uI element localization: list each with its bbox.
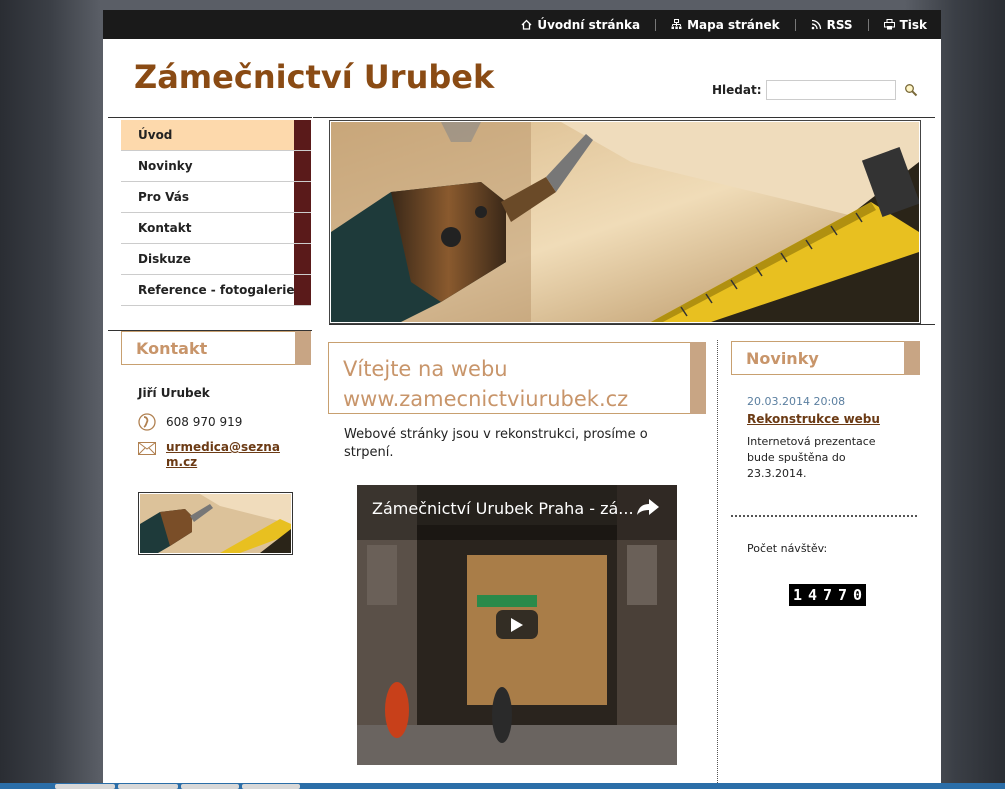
welcome-heading-line1: Vítejte na webu: [343, 357, 508, 381]
news-heading-box: Novinky: [731, 341, 920, 375]
video-title: Zámečnictví Urubek Praha - zá...: [372, 499, 634, 518]
contact-phone: 608 970 919: [166, 415, 243, 429]
heading-tab: [295, 331, 311, 365]
top-link-print-label: Tisk: [899, 17, 927, 32]
taskbar-button[interactable]: [242, 784, 300, 789]
nav-item-kontakt[interactable]: Kontakt: [121, 213, 311, 244]
rss-icon: [811, 19, 821, 30]
page: Úvodní stránka Mapa stránek RSS Tisk Zám…: [103, 10, 941, 789]
search-form: Hledat:: [712, 80, 918, 100]
nav-item-novinky[interactable]: Novinky: [121, 151, 311, 182]
news-date: 20.03.2014 20:08: [747, 395, 846, 408]
nav-tab: [294, 244, 311, 274]
nav-tab: [294, 151, 311, 181]
counter-digit: 0: [852, 586, 863, 604]
nav-tab: [294, 182, 311, 212]
phone-icon: [138, 413, 156, 431]
nav-item-label: Reference - fotogalerie: [138, 283, 295, 297]
counter-digit: 7: [822, 586, 833, 604]
search-icon[interactable]: [904, 83, 918, 97]
envelope-icon: [138, 442, 156, 455]
section-divider: [731, 515, 917, 517]
heading-tab: [690, 342, 706, 414]
play-button[interactable]: [496, 610, 538, 639]
divider: [313, 117, 935, 118]
banner-drill-tape-illustration: [331, 122, 919, 322]
print-icon: [883, 19, 895, 30]
video-embed[interactable]: Zámečnictví Urubek Praha - zá...: [357, 485, 677, 765]
taskbar: [0, 783, 1005, 789]
top-link-sitemap-label: Mapa stránek: [687, 17, 780, 32]
contact-heading: Kontakt: [136, 338, 208, 358]
separator: [794, 18, 796, 31]
nav-item-label: Novinky: [138, 159, 193, 173]
nav-item-label: Diskuze: [138, 252, 191, 266]
counter-digit: 4: [807, 586, 818, 604]
nav-item-label: Kontakt: [138, 221, 192, 235]
intro-text: Webové stránky jsou v rekonstrukci, pros…: [344, 427, 648, 460]
top-link-home[interactable]: Úvodní stránka: [521, 18, 640, 32]
sitemap-icon: [671, 19, 682, 29]
top-link-print[interactable]: Tisk: [883, 17, 927, 32]
visit-counter: 14770: [789, 584, 866, 606]
thumbnail-image[interactable]: [138, 492, 293, 555]
divider: [108, 117, 312, 118]
header-banner-image: [329, 120, 921, 324]
nav-item-diskuze[interactable]: Diskuze: [121, 244, 311, 275]
nav-item-label: Úvod: [138, 128, 173, 142]
separator: [655, 18, 657, 31]
share-icon[interactable]: [637, 499, 659, 515]
divider: [329, 324, 935, 325]
counter-digit: 1: [792, 586, 803, 604]
news-title-link[interactable]: Rekonstrukce webu: [747, 412, 880, 426]
search-input[interactable]: [765, 80, 896, 100]
heading-tab: [904, 341, 920, 375]
counter-digit: 7: [837, 586, 848, 604]
contact-email-link[interactable]: urmedica@seznam.cz: [166, 440, 296, 470]
nav-tab: [294, 120, 311, 150]
nav-tab: [294, 213, 311, 243]
top-bar: Úvodní stránka Mapa stránek RSS Tisk: [103, 10, 941, 39]
contact-name: Jiří Urubek: [138, 386, 210, 400]
main-nav: Úvod Novinky Pro Vás Kontakt Diskuze Ref…: [121, 120, 311, 306]
play-icon: [511, 617, 523, 632]
top-link-rss-label: RSS: [826, 17, 853, 32]
welcome-heading-line2: www.zamecnictviurubek.cz: [343, 387, 629, 411]
nav-item-reference[interactable]: Reference - fotogalerie: [121, 275, 311, 306]
top-link-home-label: Úvodní stránka: [537, 17, 641, 32]
contact-phone-row: 608 970 919: [138, 412, 242, 432]
nav-item-uvod[interactable]: Úvod: [121, 120, 311, 151]
nav-tab: [294, 275, 311, 305]
thumbnail-drill-illustration: [140, 494, 291, 553]
nav-item-label: Pro Vás: [138, 190, 190, 204]
taskbar-button[interactable]: [55, 784, 115, 789]
contact-heading-box: Kontakt: [121, 331, 311, 365]
taskbar-button[interactable]: [181, 784, 239, 789]
top-link-rss[interactable]: RSS: [811, 18, 853, 32]
separator: [867, 18, 869, 31]
column-divider: [717, 340, 718, 789]
taskbar-button[interactable]: [118, 784, 178, 789]
news-heading: Novinky: [746, 348, 819, 368]
visits-label: Počet návštěv:: [747, 542, 828, 555]
nav-item-pro-vas[interactable]: Pro Vás: [121, 182, 311, 213]
home-icon: [521, 19, 532, 30]
site-title[interactable]: Zámečnictví Urubek: [134, 58, 494, 96]
search-label: Hledat:: [712, 83, 762, 97]
top-link-sitemap[interactable]: Mapa stránek: [671, 17, 780, 32]
welcome-heading-box: Vítejte na webu www.zamecnictviurubek.cz: [328, 342, 706, 414]
contact-email-row: urmedica@seznam.cz: [138, 440, 296, 470]
news-text: Internetová prezentace bude spuštěna do …: [747, 435, 876, 480]
